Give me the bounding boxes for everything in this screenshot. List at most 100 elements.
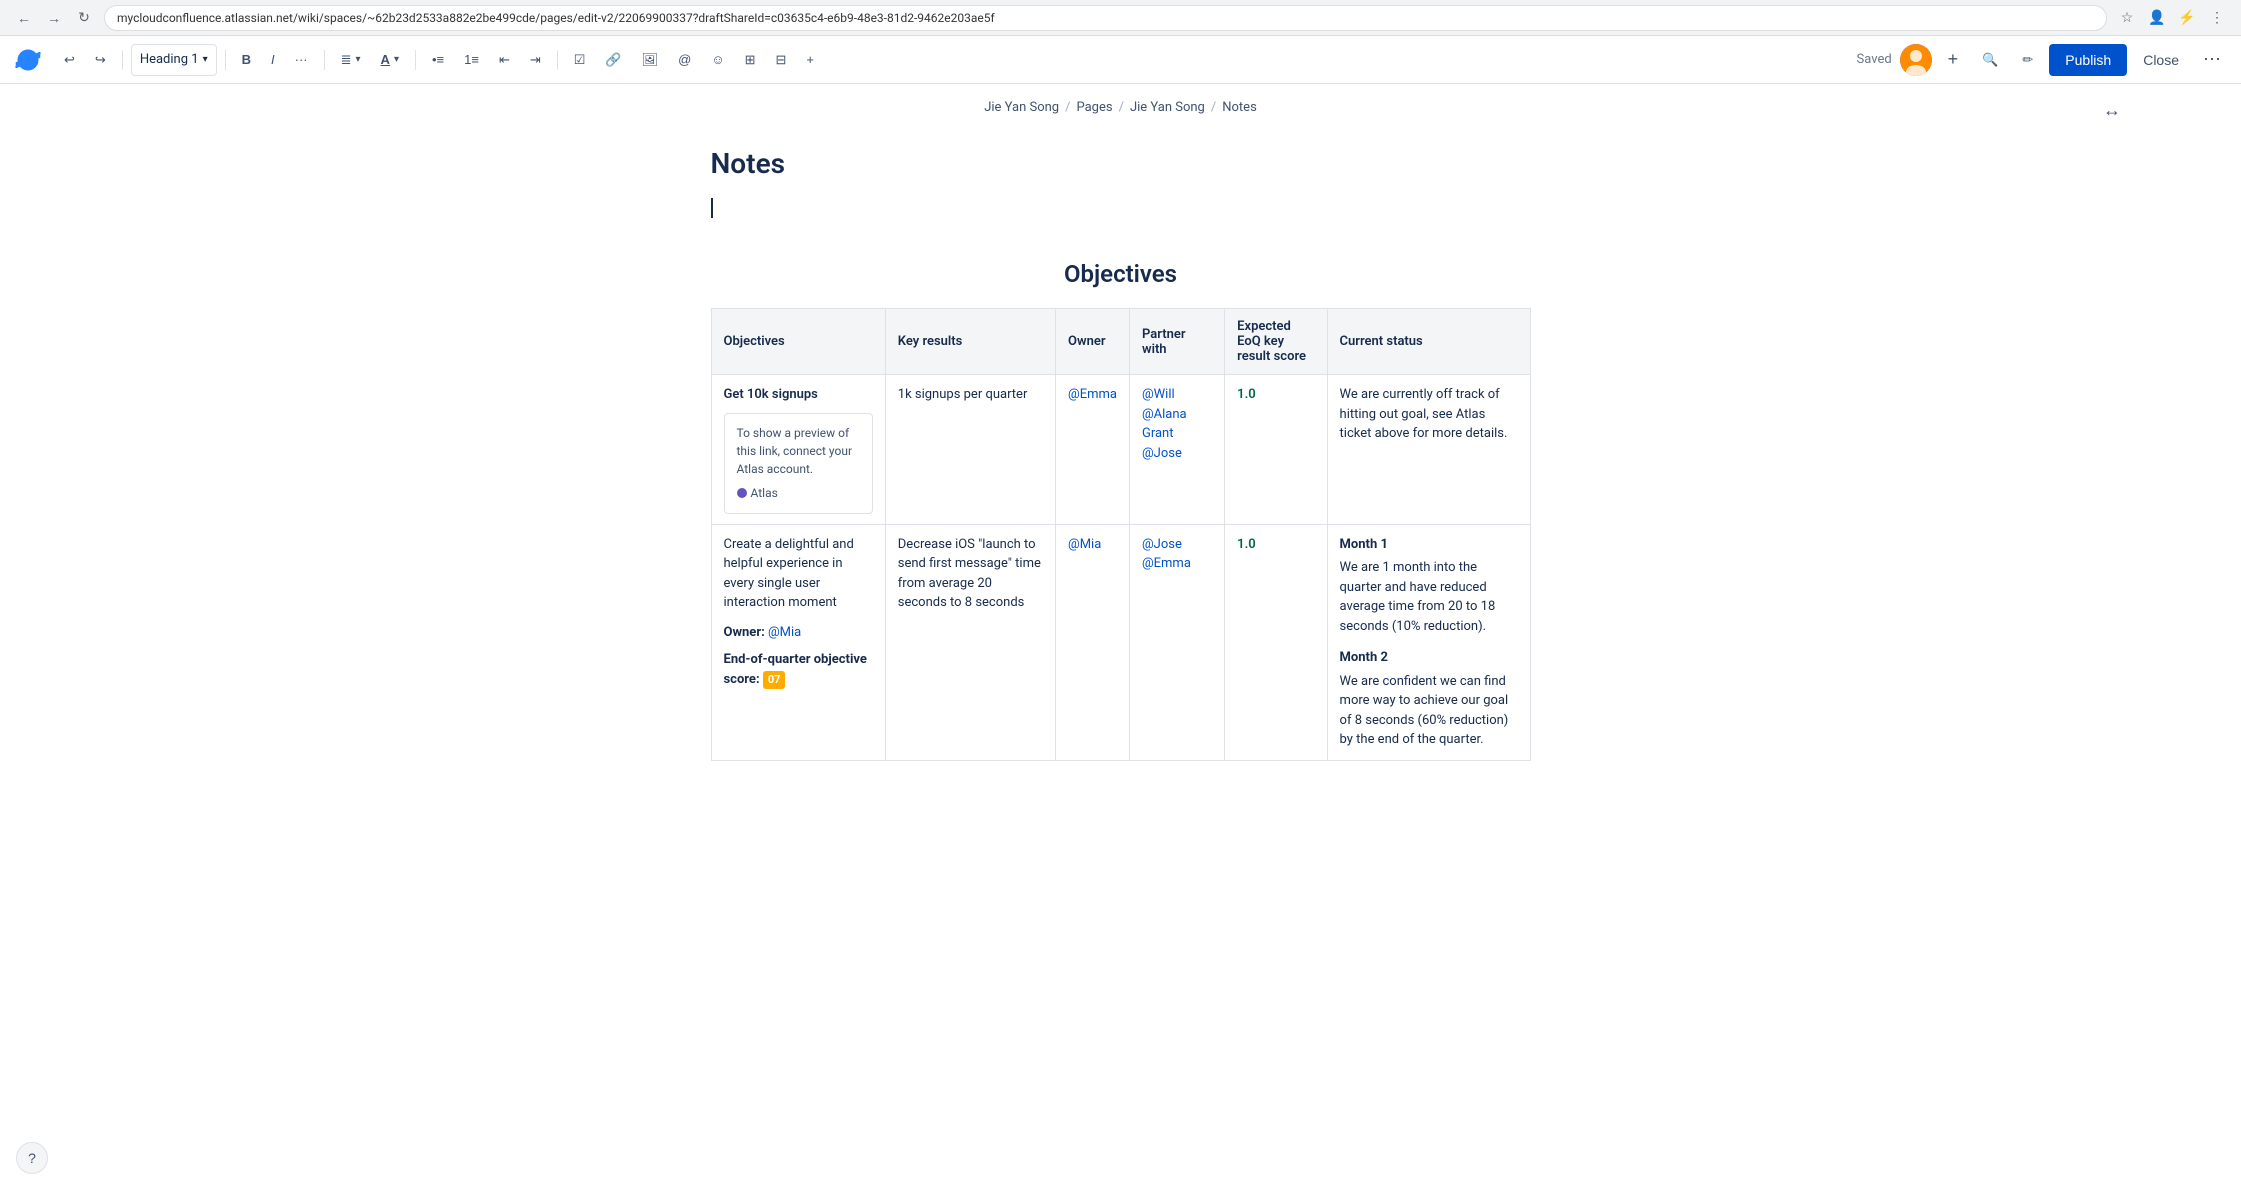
layout-icon: ⊟	[776, 52, 787, 68]
row2-owner[interactable]: @Mia	[1056, 524, 1130, 760]
link-button[interactable]: 🔗	[597, 44, 629, 76]
row2-objectives[interactable]: Create a delightful and helpful experien…	[711, 524, 885, 760]
confluence-logo[interactable]	[12, 44, 44, 76]
indent-more-button[interactable]: ⇥	[522, 44, 549, 76]
col-key-results: Key results	[885, 309, 1055, 375]
row1-partner-jose: @Jose	[1142, 446, 1182, 461]
number-list-button[interactable]: 1≡	[456, 44, 487, 76]
row2-partner-emma: @Emma	[1142, 556, 1191, 571]
objectives-heading[interactable]: Objectives	[711, 260, 1531, 288]
media-icon: 🖼	[642, 52, 659, 68]
row2-month1-text: We are 1 month into the quarter and have…	[1340, 558, 1518, 636]
table-header-row: Objectives Key results Owner Partner wit…	[711, 309, 1530, 375]
row1-key-results-text: 1k signups per quarter	[898, 387, 1028, 402]
help-button[interactable]: ?	[16, 1142, 48, 1174]
avatar[interactable]	[1900, 44, 1932, 76]
task-icon: ☑	[574, 52, 586, 68]
atlas-hint: To show a preview of this link, connect …	[737, 424, 860, 478]
mention-button[interactable]: @	[670, 44, 699, 76]
search-icon: 🔍	[1982, 52, 1998, 68]
row1-partner-will: @Will	[1142, 387, 1175, 402]
browser-actions: ☆ 👤 ⚡ ⋮	[2115, 6, 2229, 30]
link-icon: 🔗	[605, 52, 621, 68]
text-cursor	[711, 198, 713, 218]
plus-icon: +	[806, 52, 814, 67]
atlas-dot-icon	[737, 488, 747, 498]
publish-button[interactable]: Publish	[2049, 44, 2127, 76]
objectives-table: Objectives Key results Owner Partner wit…	[711, 308, 1531, 761]
col-owner: Owner	[1056, 309, 1130, 375]
atlas-link[interactable]: Atlas	[737, 484, 778, 502]
cursor-line[interactable]	[711, 196, 1531, 220]
table-button[interactable]: ⊞	[737, 44, 764, 76]
indent-less-button[interactable]: ⇤	[491, 44, 518, 76]
menu-icon[interactable]: ⋮	[2205, 6, 2229, 30]
row1-owner[interactable]: @Emma	[1056, 375, 1130, 525]
breadcrumb-pages[interactable]: Pages	[1076, 100, 1112, 115]
row2-score-value: 1.0	[1237, 537, 1256, 552]
bold-button[interactable]: B	[234, 44, 259, 76]
col-current-status: Current status	[1327, 309, 1530, 375]
search-button[interactable]: 🔍	[1974, 44, 2006, 76]
layout-button[interactable]: ⊟	[768, 44, 795, 76]
row2-month2-label: Month 2	[1340, 648, 1518, 668]
heading-label: Heading 1	[140, 52, 199, 67]
align-icon: ≣	[341, 52, 352, 68]
page-title[interactable]: Notes	[711, 147, 1531, 180]
expand-width-button[interactable]: ↔	[2103, 100, 2121, 121]
col-partner-with: Partner with	[1129, 309, 1224, 375]
task-button[interactable]: ☑	[566, 44, 594, 76]
italic-icon: I	[271, 52, 275, 67]
row1-score-value: 1.0	[1237, 387, 1256, 402]
profile-icon[interactable]: 👤	[2145, 6, 2169, 30]
row2-partner-jose: @Jose	[1142, 537, 1182, 552]
undo-button[interactable]: ↩	[56, 44, 83, 76]
indent-less-icon: ⇤	[499, 52, 510, 68]
row1-key-results[interactable]: 1k signups per quarter	[885, 375, 1055, 525]
row1-objectives[interactable]: Get 10k signups To show a preview of thi…	[711, 375, 885, 525]
row1-expected-score[interactable]: 1.0	[1225, 375, 1327, 525]
row2-partner-with[interactable]: @Jose @Emma	[1129, 524, 1224, 760]
separator-5	[557, 50, 558, 70]
italic-button[interactable]: I	[263, 44, 283, 76]
add-button[interactable]: +	[1940, 44, 1967, 76]
row1-owner-mention: @Emma	[1068, 387, 1117, 402]
align-button[interactable]: ≣ ▾	[333, 44, 369, 76]
emoji-icon: ☺	[711, 52, 724, 67]
row2-expected-score[interactable]: 1.0	[1225, 524, 1327, 760]
row2-owner-mention: @Mia	[768, 625, 801, 640]
back-button[interactable]: ←	[12, 6, 36, 30]
breadcrumb-jie-yan-song-2[interactable]: Jie Yan Song	[1130, 100, 1205, 115]
saved-label: Saved	[1857, 52, 1892, 67]
redo-icon: ↪	[95, 52, 106, 68]
emoji-button[interactable]: ☺	[703, 44, 732, 76]
edit-mode-button[interactable]: ✏	[2014, 44, 2041, 76]
more-options-button[interactable]: ⋯	[2195, 44, 2229, 76]
row2-month2-text: We are confident we can find more way to…	[1340, 672, 1518, 750]
color-button[interactable]: A ▾	[373, 44, 407, 76]
row2-current-status[interactable]: Month 1 We are 1 month into the quarter …	[1327, 524, 1530, 760]
col-objectives: Objectives	[711, 309, 885, 375]
atlas-preview: To show a preview of this link, connect …	[724, 413, 873, 514]
row2-key-results[interactable]: Decrease iOS "launch to send first messa…	[885, 524, 1055, 760]
edit-icon: ✏	[2022, 52, 2033, 68]
breadcrumb: Jie Yan Song / Pages / Jie Yan Song / No…	[984, 100, 1257, 115]
bookmark-icon[interactable]: ☆	[2115, 6, 2139, 30]
forward-button[interactable]: →	[42, 6, 66, 30]
row1-current-status[interactable]: We are currently off track of hitting ou…	[1327, 375, 1530, 525]
browser-bar: ← → ↻ mycloudconfluence.atlassian.net/wi…	[0, 0, 2241, 36]
media-button[interactable]: 🖼	[634, 44, 667, 76]
breadcrumb-sep-3: /	[1211, 100, 1216, 115]
breadcrumb-jie-yan-song[interactable]: Jie Yan Song	[984, 100, 1059, 115]
close-button[interactable]: Close	[2135, 44, 2187, 76]
extensions-icon[interactable]: ⚡	[2175, 6, 2199, 30]
row1-partner-with[interactable]: @Will @Alana Grant @Jose	[1129, 375, 1224, 525]
address-bar[interactable]: mycloudconfluence.atlassian.net/wiki/spa…	[104, 5, 2107, 31]
bullet-list-button[interactable]: •≡	[424, 44, 452, 76]
separator-1	[122, 50, 123, 70]
reload-button[interactable]: ↻	[72, 6, 96, 30]
redo-button[interactable]: ↪	[87, 44, 114, 76]
more-text-button[interactable]: ···	[287, 44, 316, 76]
more-insert-button[interactable]: +	[798, 44, 822, 76]
heading-dropdown[interactable]: Heading 1 ▾	[131, 44, 217, 76]
